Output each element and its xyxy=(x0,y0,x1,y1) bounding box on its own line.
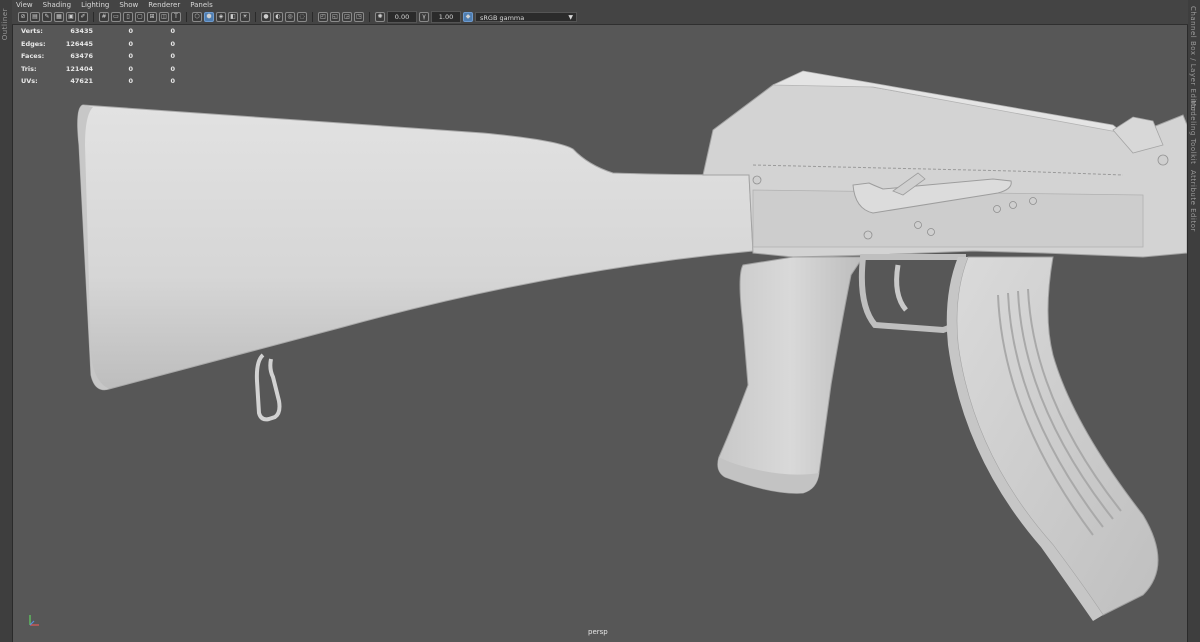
panel-toolbar: ⊘ ▤ ✎ ▦ ▣ ✐ # ▭ ▯ ▢ ⊞ ◫ T ⬡ ⬢ ◈ ◧ ☀ ● ◐ … xyxy=(12,10,1188,25)
hud-value: 0 xyxy=(128,64,133,73)
hud-label: Tris: xyxy=(21,64,37,73)
safe-action-icon[interactable]: ◫ xyxy=(159,12,169,22)
axis-gizmo-icon xyxy=(29,615,39,626)
ambient-occlusion-icon[interactable]: ◐ xyxy=(273,12,283,22)
hud-label: Faces: xyxy=(21,52,45,61)
hud-value: 63476 xyxy=(70,52,93,61)
stock-shape xyxy=(77,104,754,391)
film-gate-icon[interactable]: ▭ xyxy=(111,12,121,22)
image-plane-icon[interactable]: ▦ xyxy=(54,12,64,22)
outliner-label: Outliner xyxy=(1,8,9,41)
smooth-shade-icon[interactable]: ⬢ xyxy=(204,12,214,22)
sight-screw xyxy=(1157,154,1169,166)
grid-icon[interactable]: # xyxy=(99,12,109,22)
pistol-grip xyxy=(717,256,864,494)
hud-value: 0 xyxy=(170,27,175,36)
hud-value: 0 xyxy=(170,52,175,61)
gate-mask-icon[interactable]: ▢ xyxy=(135,12,145,22)
hud-row-verts: Verts: 63435 0 0 xyxy=(21,25,175,38)
field-chart-icon[interactable]: ⊞ xyxy=(147,12,157,22)
hud-row-edges: Edges: 126445 0 0 xyxy=(21,38,175,51)
hud-value: 126445 xyxy=(65,39,93,48)
color-management-icon[interactable]: ◆ xyxy=(463,12,473,22)
model-render xyxy=(77,70,1187,621)
xray-components-icon[interactable]: ◳ xyxy=(354,12,364,22)
menu-shading[interactable]: Shading xyxy=(43,1,71,9)
hud-row-faces: Faces: 63476 0 0 xyxy=(21,50,175,63)
shadows-icon[interactable]: ● xyxy=(261,12,271,22)
hud-label: UVs: xyxy=(21,77,38,86)
menu-panels[interactable]: Panels xyxy=(190,1,213,9)
maya-window: Outliner Channel Box / Layer Editor Mode… xyxy=(0,0,1200,642)
anti-aliasing-icon[interactable]: ◌ xyxy=(297,12,307,22)
xray-joints-icon[interactable]: ◲ xyxy=(342,12,352,22)
menu-lighting[interactable]: Lighting xyxy=(81,1,109,9)
attribute-editor-tab[interactable]: Attribute Editor xyxy=(1189,170,1197,232)
textured-icon[interactable]: ◧ xyxy=(228,12,238,22)
view-transform-dropdown[interactable]: sRGB gamma ▼ xyxy=(475,12,577,22)
sling-swivel xyxy=(254,353,282,422)
hud-value: 0 xyxy=(128,39,133,48)
toolbar-separator xyxy=(369,12,370,22)
2d-pan-zoom-icon[interactable]: ▣ xyxy=(66,12,76,22)
toolbar-separator xyxy=(186,12,187,22)
exposure-icon[interactable]: ✺ xyxy=(375,12,385,22)
hud-value: 0 xyxy=(128,27,133,36)
select-camera-icon[interactable]: ⊘ xyxy=(18,12,28,22)
menu-view[interactable]: View xyxy=(16,1,33,9)
channel-box-tab[interactable]: Channel Box / Layer Editor xyxy=(1189,6,1197,112)
hud-label: Edges: xyxy=(21,39,46,48)
hud-value: 0 xyxy=(170,64,175,73)
toolbar-separator xyxy=(312,12,313,22)
menu-renderer[interactable]: Renderer xyxy=(148,1,180,9)
gamma-field[interactable]: 1.00 xyxy=(431,11,461,23)
trigger xyxy=(894,264,908,312)
lights-icon[interactable]: ☀ xyxy=(240,12,250,22)
camera-name-label: persp xyxy=(588,628,608,636)
xray-icon[interactable]: ◱ xyxy=(330,12,340,22)
hud-label: Verts: xyxy=(21,27,43,36)
resolution-gate-icon[interactable]: ▯ xyxy=(123,12,133,22)
bookmark-icon[interactable]: ✎ xyxy=(42,12,52,22)
toolbar-separator xyxy=(93,12,94,22)
isolate-select-icon[interactable]: ◰ xyxy=(318,12,328,22)
hud-value: 121404 xyxy=(65,64,93,73)
outliner-strip[interactable]: Outliner xyxy=(0,0,13,642)
menu-show[interactable]: Show xyxy=(119,1,138,9)
chevron-down-icon: ▼ xyxy=(568,14,573,21)
hud-value: 0 xyxy=(170,77,175,86)
gamma-icon[interactable]: γ xyxy=(419,12,429,22)
perspective-viewport[interactable]: Verts: 63435 0 0 Edges: 126445 0 0 Faces… xyxy=(13,25,1187,642)
hud-value: 0 xyxy=(170,39,175,48)
wireframe-icon[interactable]: ⬡ xyxy=(192,12,202,22)
motion-blur-icon[interactable]: ◎ xyxy=(285,12,295,22)
safe-title-icon[interactable]: T xyxy=(171,12,181,22)
hud-row-tris: Tris: 121404 0 0 xyxy=(21,63,175,76)
wireframe-on-shaded-icon[interactable]: ◈ xyxy=(216,12,226,22)
poly-count-hud: Verts: 63435 0 0 Edges: 126445 0 0 Faces… xyxy=(21,25,175,88)
hud-value: 63435 xyxy=(70,27,93,36)
toolbar-separator xyxy=(255,12,256,22)
right-panel-strip[interactable]: Channel Box / Layer Editor Modeling Tool… xyxy=(1187,0,1200,642)
modeling-toolkit-tab[interactable]: Modeling Toolkit xyxy=(1189,100,1197,164)
panel-menu-bar: View Shading Lighting Show Renderer Pane… xyxy=(12,0,1188,10)
hud-row-uvs: UVs: 47621 0 0 xyxy=(21,75,175,88)
camera-attributes-icon[interactable]: ▤ xyxy=(30,12,40,22)
hud-value: 47621 xyxy=(70,77,93,86)
exposure-field[interactable]: 0.00 xyxy=(387,11,417,23)
hud-value: 0 xyxy=(128,52,133,61)
grease-pencil-icon[interactable]: ✐ xyxy=(78,12,88,22)
view-transform-value: sRGB gamma xyxy=(480,14,525,22)
hud-value: 0 xyxy=(128,77,133,86)
